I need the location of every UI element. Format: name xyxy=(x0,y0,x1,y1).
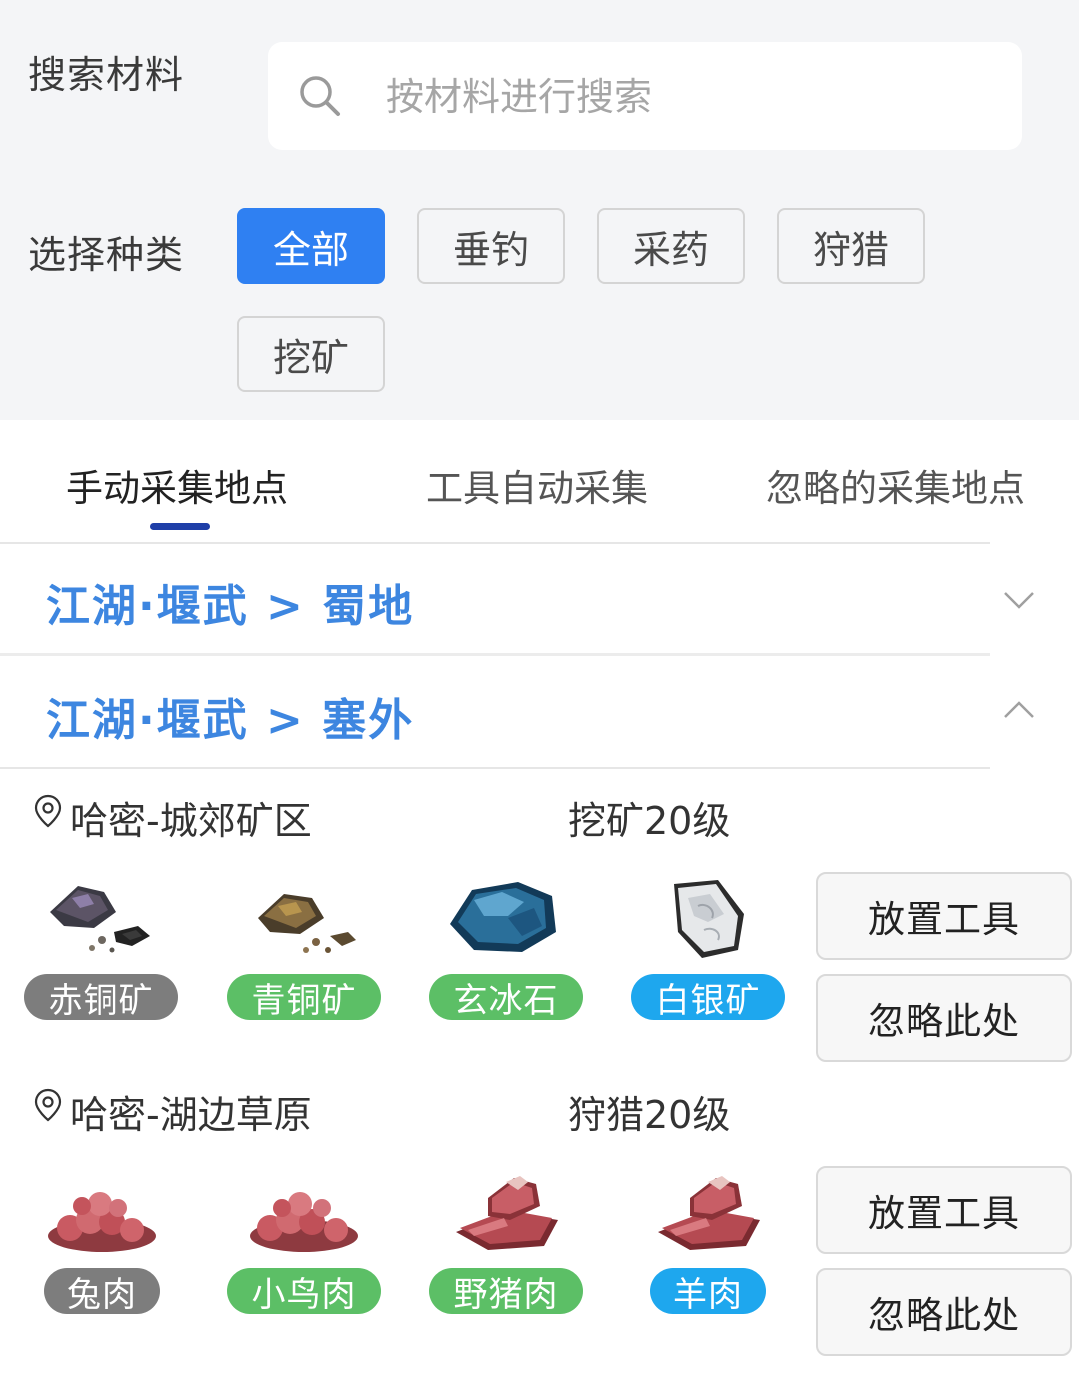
boar-meat-icon xyxy=(456,1176,558,1250)
ignore-site-button[interactable]: 忽略此处 xyxy=(816,974,1072,1062)
site-name: 哈密-湖边草原 xyxy=(70,1093,312,1137)
chevron-up-icon xyxy=(1004,701,1034,718)
category-label: 选择种类 xyxy=(28,233,185,277)
tab-tool-auto[interactable]: 工具自动采集 xyxy=(426,458,648,512)
divider xyxy=(0,767,990,769)
site-level: 挖矿20级 xyxy=(568,799,731,843)
rabbit-meat-icon xyxy=(48,1192,156,1252)
bronze-ore-icon xyxy=(258,894,356,953)
region-title: 江湖·堰武 > 蜀地 xyxy=(46,581,415,632)
location-pin-icon xyxy=(34,1088,62,1122)
tab-ignored[interactable]: 忽略的采集地点 xyxy=(766,458,1025,512)
bird-meat-icon xyxy=(250,1192,358,1252)
chip-mining[interactable]: 挖矿 xyxy=(237,316,385,392)
location-pin-icon xyxy=(34,794,62,828)
chip-all[interactable]: 全部 xyxy=(237,208,385,284)
chip-herb[interactable]: 采药 xyxy=(597,208,745,284)
item-badge: 小鸟肉 xyxy=(227,1268,381,1315)
site-name: 哈密-城郊矿区 xyxy=(70,799,312,843)
ice-stone-icon xyxy=(450,882,556,952)
item-badge: 白银矿 xyxy=(631,974,785,1021)
site-level: 狩猎20级 xyxy=(568,1093,731,1137)
item-badge: 青铜矿 xyxy=(227,974,381,1021)
chip-fishing[interactable]: 垂钓 xyxy=(417,208,565,284)
search-icon xyxy=(300,76,340,116)
chevron-down-icon xyxy=(1004,592,1034,609)
divider xyxy=(0,542,990,544)
ignore-site-button[interactable]: 忽略此处 xyxy=(816,1268,1072,1356)
divider xyxy=(0,653,990,656)
place-tool-button[interactable]: 放置工具 xyxy=(816,1166,1072,1254)
region-title: 江湖·堰武 > 塞外 xyxy=(46,695,415,746)
item-badge: 兔肉 xyxy=(44,1268,160,1315)
tab-bar: 手动采集地点 工具自动采集 忽略的采集地点 xyxy=(0,420,1079,542)
item-badge: 羊肉 xyxy=(650,1268,766,1315)
tab-active-indicator xyxy=(150,523,210,530)
chip-hunting[interactable]: 狩猎 xyxy=(777,208,925,284)
item-badge: 赤铜矿 xyxy=(24,974,178,1021)
silver-ore-icon xyxy=(674,880,744,958)
mutton-icon xyxy=(658,1176,760,1250)
search-input[interactable] xyxy=(384,68,988,126)
filter-panel: 搜索材料 选择种类 全部 垂钓 采药 狩猎 挖矿 xyxy=(0,0,1079,420)
copper-ore-icon xyxy=(50,886,150,953)
item-badge: 野猪肉 xyxy=(429,1268,583,1315)
search-label: 搜索材料 xyxy=(28,53,185,97)
tab-manual[interactable]: 手动采集地点 xyxy=(66,458,288,512)
item-badge: 玄冰石 xyxy=(429,974,583,1021)
search-box[interactable] xyxy=(268,42,1022,150)
place-tool-button[interactable]: 放置工具 xyxy=(816,872,1072,960)
